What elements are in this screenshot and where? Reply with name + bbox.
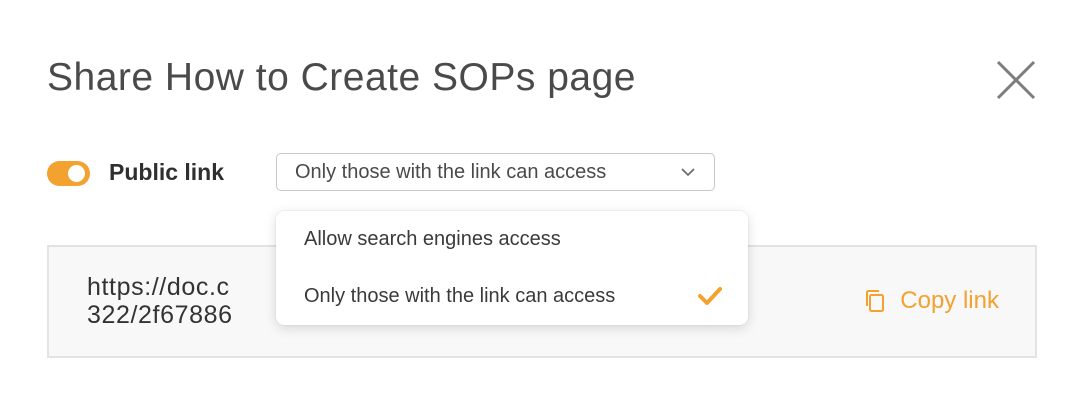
menu-item-label: Allow search engines access	[304, 228, 561, 250]
chevron-down-icon	[681, 168, 695, 177]
copy-icon	[866, 290, 885, 312]
access-select-value: Only those with the link can access	[295, 160, 607, 183]
menu-item-allow-search-engines[interactable]: Allow search engines access	[276, 215, 748, 265]
public-link-toggle[interactable]	[47, 161, 90, 186]
menu-item-only-link-access[interactable]: Only those with the link can access	[276, 272, 748, 322]
access-dropdown-menu: Allow search engines access Only those w…	[276, 211, 748, 325]
checkmark-icon	[698, 287, 722, 305]
share-url-line1: https://doc.c	[87, 273, 230, 301]
menu-item-label: Only those with the link can access	[304, 285, 616, 307]
copy-link-label: Copy link	[900, 287, 999, 314]
dialog-title: Share How to Create SOPs page	[47, 56, 636, 99]
share-url-line2: 322/2f67886	[87, 301, 233, 329]
copy-link-button[interactable]: Copy link	[864, 287, 999, 315]
close-icon	[996, 60, 1036, 100]
public-link-label: Public link	[109, 159, 225, 185]
access-select[interactable]: Only those with the link can access	[276, 153, 715, 191]
toggle-knob	[68, 165, 85, 182]
close-button[interactable]	[994, 58, 1038, 102]
